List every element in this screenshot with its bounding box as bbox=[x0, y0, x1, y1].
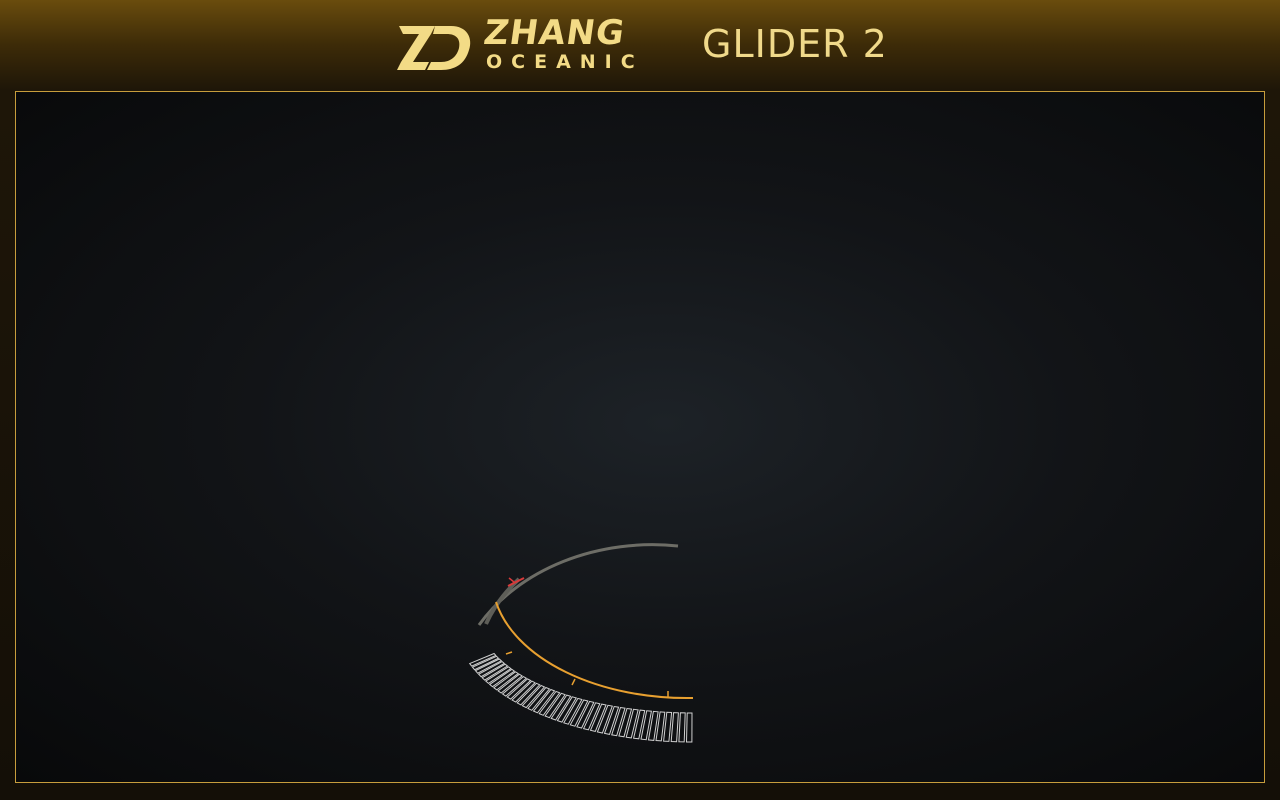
gauge-tick-segment bbox=[670, 712, 679, 743]
gauge-tick-segment bbox=[640, 710, 652, 741]
gauge-tick-segment bbox=[477, 661, 506, 678]
gauge-tick-segment bbox=[506, 678, 532, 700]
gauge-tick-segment bbox=[678, 712, 686, 743]
gauge-tick-segment bbox=[521, 684, 546, 709]
loading-gauge bbox=[468, 543, 694, 743]
gauge-tick-segment bbox=[468, 652, 497, 667]
gauge-tick-segment bbox=[492, 671, 520, 691]
gauge-tick-segment bbox=[632, 709, 646, 740]
gauge-orange-arc bbox=[495, 601, 694, 700]
gauge-tick-segment bbox=[501, 675, 528, 697]
gauge-tick-segment bbox=[497, 673, 523, 694]
app-window: ZHANG OCEANIC GLIDER 2 bbox=[0, 0, 1280, 800]
brand-subtitle: OCEANIC bbox=[486, 51, 644, 73]
gauge-orange-tick-2 bbox=[571, 678, 576, 686]
zd-logo-icon bbox=[397, 26, 471, 70]
gauge-tick-segment bbox=[471, 655, 500, 671]
gauge-tick-segment bbox=[481, 663, 509, 681]
gauge-tick-segment bbox=[685, 712, 693, 743]
gauge-orange-tick-1 bbox=[505, 651, 513, 655]
gauge-tick-segment bbox=[484, 666, 512, 685]
main-viewport bbox=[15, 91, 1265, 783]
gauge-tick-segment bbox=[474, 658, 503, 674]
gauge-tick-segment bbox=[544, 692, 566, 719]
gauge-tick-segment bbox=[488, 668, 516, 688]
gauge-tick-segment bbox=[511, 680, 536, 703]
gauge-red-tick bbox=[508, 577, 515, 583]
gauge-tick-segment bbox=[516, 682, 541, 706]
gauge-tick-segment bbox=[538, 690, 561, 716]
product-title: GLIDER 2 bbox=[702, 22, 888, 66]
gauge-tick-segment bbox=[532, 688, 556, 714]
header-bar: ZHANG OCEANIC GLIDER 2 bbox=[0, 0, 1280, 90]
brand-name: ZHANG bbox=[481, 13, 628, 53]
gauge-tick-segment bbox=[663, 711, 673, 742]
gauge-tick-segment bbox=[527, 686, 551, 711]
